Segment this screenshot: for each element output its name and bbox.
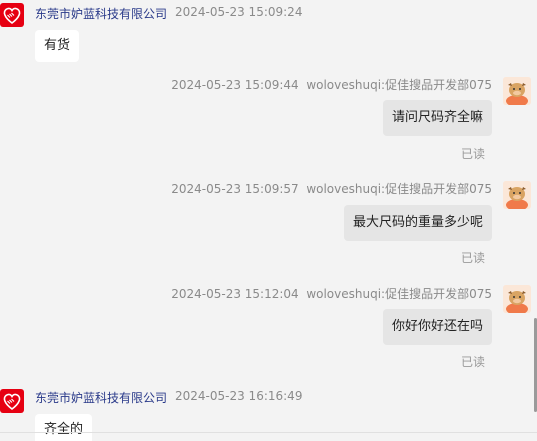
read-status-badge: 已读 bbox=[461, 355, 486, 369]
buyer-avatar-icon[interactable] bbox=[503, 77, 531, 105]
message-time: 2024-05-23 15:12:04 bbox=[171, 287, 299, 301]
seller-avatar-icon[interactable] bbox=[0, 3, 24, 27]
sender-name: 东莞市妒蓝科技有限公司 bbox=[35, 391, 168, 405]
sender-name: woloveshuqi:促佳搜品开发部075 bbox=[306, 78, 492, 92]
sender-name: 东莞市妒蓝科技有限公司 bbox=[35, 7, 168, 21]
message-time: 2024-05-23 16:16:49 bbox=[175, 389, 303, 403]
chat-message-list[interactable]: 东莞市妒蓝科技有限公司 2024-05-23 15:09:24 有货 2024-… bbox=[0, 0, 537, 441]
message-meta: 2024-05-23 15:12:04 woloveshuqi:促佳搜品开发部0… bbox=[171, 285, 492, 302]
message-meta: 2024-05-23 15:09:57 woloveshuqi:促佳搜品开发部0… bbox=[171, 180, 492, 197]
message-bubble[interactable]: 有货 bbox=[35, 30, 80, 62]
message-bubble[interactable]: 最大尺码的重量多少呢 bbox=[343, 205, 492, 241]
message-time: 2024-05-23 15:09:44 bbox=[171, 78, 299, 92]
message-bubble[interactable]: 你好你好还在吗 bbox=[382, 309, 492, 345]
input-divider bbox=[0, 432, 537, 433]
seller-avatar-icon[interactable] bbox=[0, 389, 24, 413]
read-status-badge: 已读 bbox=[461, 147, 486, 161]
message-bubble[interactable]: 请问尺码齐全嘛 bbox=[382, 100, 492, 136]
sender-name: woloveshuqi:促佳搜品开发部075 bbox=[306, 182, 492, 196]
message-time: 2024-05-23 15:09:57 bbox=[171, 182, 299, 196]
read-status-badge: 已读 bbox=[461, 251, 486, 265]
message-time: 2024-05-23 15:09:24 bbox=[175, 5, 303, 19]
message-bubble[interactable]: 齐全的 bbox=[35, 414, 93, 441]
buyer-avatar-icon[interactable] bbox=[503, 285, 531, 313]
message-meta: 2024-05-23 15:09:44 woloveshuqi:促佳搜品开发部0… bbox=[171, 76, 492, 93]
sender-name: woloveshuqi:促佳搜品开发部075 bbox=[306, 287, 492, 301]
buyer-avatar-icon[interactable] bbox=[503, 181, 531, 209]
